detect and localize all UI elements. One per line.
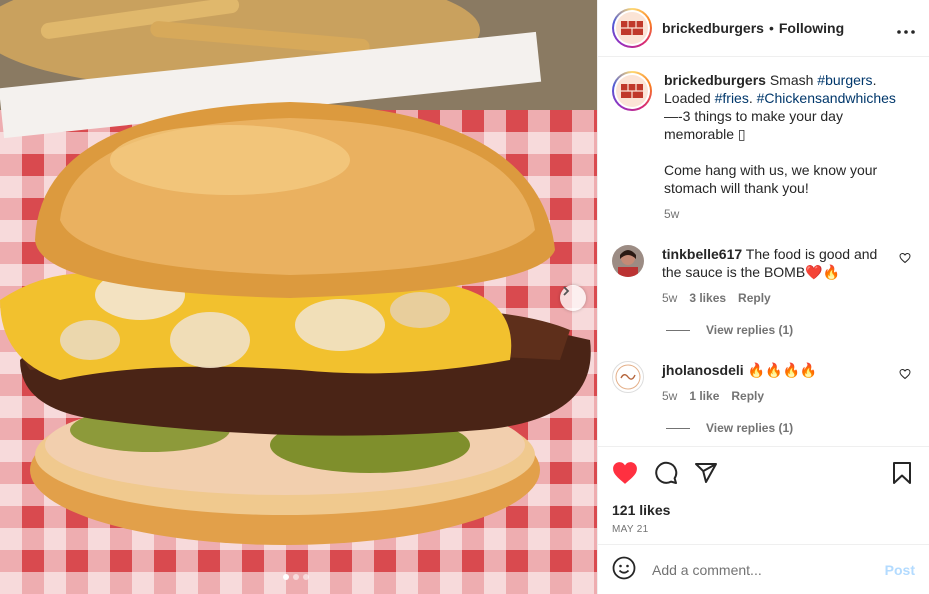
carousel-dot <box>293 574 299 580</box>
post-image[interactable] <box>0 0 597 594</box>
likes-count[interactable]: 121 likes <box>612 502 913 518</box>
header-separator: • <box>768 20 774 36</box>
avatar[interactable] <box>612 361 644 393</box>
divider <box>666 427 690 429</box>
comment-username[interactable]: tinkbelle617 <box>662 246 742 262</box>
reply-button[interactable]: Reply <box>738 291 771 305</box>
comment-text: 🔥🔥🔥🔥 <box>743 362 818 378</box>
post-modal: brickedburgers • Following brickedburger… <box>0 0 929 594</box>
comment-item: tinkbelle617 The food is good and the sa… <box>612 245 913 305</box>
post-header: brickedburgers • Following <box>598 0 929 57</box>
bookmark-icon[interactable] <box>891 461 913 488</box>
carousel-dots <box>283 574 309 580</box>
jholanos-logo-icon <box>615 364 641 390</box>
view-replies-button[interactable]: View replies (1) <box>612 323 913 337</box>
avatar[interactable] <box>612 245 644 277</box>
divider <box>666 329 690 331</box>
brick-logo-icon <box>621 21 643 35</box>
comment-time: 5w <box>662 291 678 305</box>
caption: brickedburgers Smash #burgers. Loaded #f… <box>612 71 913 221</box>
comment-time: 5w <box>662 389 678 403</box>
comment-likes[interactable]: 3 likes <box>689 291 726 305</box>
post-date: MAY 21 <box>612 524 649 535</box>
view-replies-label[interactable]: View replies (1) <box>706 421 793 435</box>
caption-part: Smash <box>765 72 818 88</box>
carousel-dot <box>303 574 309 580</box>
hashtag-link[interactable]: #burgers <box>817 72 872 88</box>
comment-username[interactable]: jholanosdeli <box>662 362 744 378</box>
comment-composer: Post <box>598 544 929 594</box>
comments-section: brickedburgers Smash #burgers. Loaded #f… <box>598 57 929 446</box>
post-actions: 121 likes MAY 21 <box>598 446 929 544</box>
comment-likes[interactable]: 1 like <box>689 389 719 403</box>
emoji-icon[interactable] <box>612 556 636 583</box>
avatar[interactable] <box>612 8 652 48</box>
heart-outline-icon[interactable] <box>899 245 913 305</box>
next-slide-button[interactable] <box>560 285 586 311</box>
more-options-icon[interactable] <box>897 18 915 39</box>
header-username[interactable]: brickedburgers <box>662 20 764 36</box>
hashtag-link[interactable]: #fries <box>715 90 749 106</box>
heart-outline-icon[interactable] <box>899 361 913 403</box>
caption-part: —-3 things to make your day memorable ▯ <box>664 108 843 142</box>
post-comment-button[interactable]: Post <box>885 562 915 578</box>
view-replies-label[interactable]: View replies (1) <box>706 323 793 337</box>
caption-part: Come hang with us, we know your stomach … <box>664 162 878 196</box>
comment-icon[interactable] <box>654 461 678 488</box>
caption-text: brickedburgers Smash #burgers. Loaded #f… <box>664 71 913 197</box>
post-side-panel: brickedburgers • Following brickedburger… <box>597 0 929 594</box>
share-icon[interactable] <box>694 461 718 488</box>
caption-username[interactable]: brickedburgers <box>664 72 766 88</box>
brick-logo-icon <box>621 84 643 98</box>
comment-input[interactable] <box>652 561 869 578</box>
caption-time: 5w <box>664 207 680 221</box>
view-replies-button[interactable]: View replies (1) <box>612 421 913 435</box>
hashtag-link[interactable]: #Chickensandwhiches <box>757 90 896 106</box>
reply-button[interactable]: Reply <box>731 389 764 403</box>
caption-part: . <box>748 90 757 106</box>
chevron-right-icon <box>563 286 570 296</box>
carousel-dot <box>283 574 289 580</box>
following-button[interactable]: Following <box>779 20 844 36</box>
burger-photo <box>0 0 597 545</box>
comment-item: jholanosdeli 🔥🔥🔥🔥 5w 1 like Reply <box>612 361 913 403</box>
avatar[interactable] <box>612 71 652 111</box>
heart-filled-icon[interactable] <box>612 461 638 488</box>
